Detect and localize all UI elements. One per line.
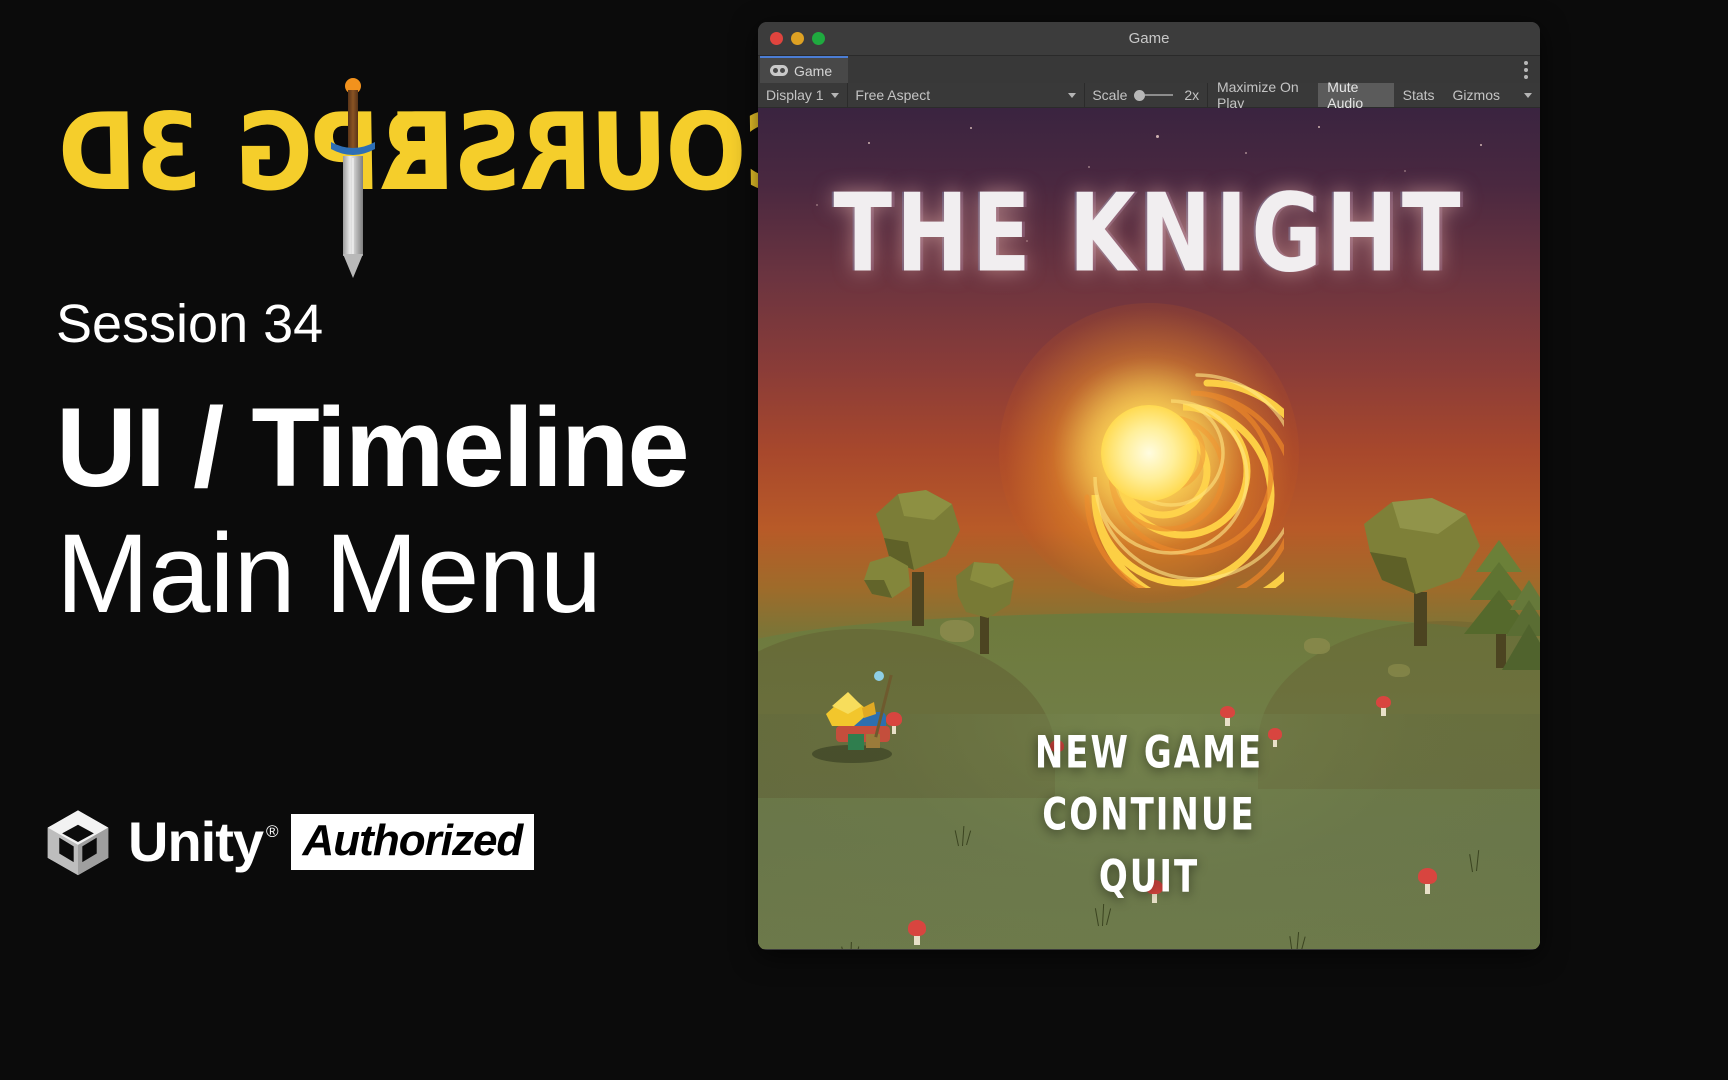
course-logo: 3D RPG COURSE (52, 78, 815, 278)
aspect-ratio-select[interactable]: Free Aspect (847, 83, 1083, 107)
kebab-dot (1524, 68, 1528, 72)
grass-blade (850, 941, 852, 949)
left-title-panel: 3D RPG COURSE Session 34 UI / Timeline M… (0, 0, 815, 1080)
portal-vortex (999, 303, 1299, 603)
maximize-on-play-label: Maximize On Play (1216, 79, 1299, 111)
mute-audio-toggle[interactable]: Mute Audio (1318, 79, 1394, 111)
game-title: THE KNIGHT (833, 171, 1465, 297)
unity-cube-icon (47, 810, 109, 876)
page-title-secondary: Main Menu (56, 511, 602, 636)
menu-item-new-game[interactable]: NEW GAME (758, 727, 1540, 779)
maximize-on-play-toggle[interactable]: Maximize On Play (1208, 79, 1318, 111)
aspect-ratio-label: Free Aspect (855, 87, 931, 103)
scale-slider-track[interactable] (1145, 94, 1174, 96)
gizmos-toggle[interactable]: Gizmos (1444, 83, 1509, 107)
scale-slider[interactable]: Scale 2x (1084, 83, 1207, 107)
stats-toggle[interactable]: Stats (1394, 83, 1444, 107)
mushroom-cap (1376, 696, 1391, 709)
game-view-render[interactable]: THE KNIGHT NEW GAME CONTINUE QUIT (758, 108, 1540, 949)
vortex-core (1101, 405, 1197, 501)
tab-game-label: Game (794, 62, 833, 79)
chevron-down-icon (1523, 92, 1532, 98)
unity-authorized-lockup: Unity ® Authorized (42, 806, 535, 878)
unity-wordmark: Unity (128, 810, 264, 873)
stats-label: Stats (1402, 87, 1435, 103)
sword-tip (343, 254, 363, 278)
chevron-down-icon (830, 92, 839, 98)
chevron-down-icon (1067, 92, 1076, 98)
rock (1388, 664, 1410, 677)
mushroom (1376, 696, 1391, 716)
menu-item-quit[interactable]: QUIT (758, 851, 1540, 903)
display-select[interactable]: Display 1 (758, 83, 847, 107)
star (868, 142, 870, 144)
mushroom (908, 920, 926, 945)
rock (940, 620, 974, 642)
star (1088, 166, 1090, 168)
sword-icon (330, 78, 376, 278)
gizmos-label: Gizmos (1452, 87, 1500, 103)
game-view-toolbar: Display 1 Free Aspect Scale 2x Maximize … (758, 79, 1540, 111)
screenshot-root: 3D RPG COURSE Session 34 UI / Timeline M… (0, 0, 1728, 1080)
session-label: Session 34 (56, 294, 324, 354)
scale-slider-knob[interactable] (1134, 89, 1146, 101)
unity-game-window: Game Game Display 1 Free Aspect Scale 2x… (758, 22, 1540, 950)
tab-game[interactable]: Game (760, 56, 849, 83)
unity-registered-mark: ® (266, 822, 279, 841)
menu-item-continue[interactable]: CONTINUE (758, 789, 1540, 841)
star (1245, 152, 1247, 154)
sword-fuller (352, 158, 354, 254)
kebab-menu-icon[interactable] (1524, 61, 1528, 82)
tree-foliage-low (864, 556, 910, 598)
mushroom-cap (1220, 706, 1235, 719)
star (970, 127, 972, 129)
logo-word-course: COURSE (391, 91, 816, 215)
gizmos-dropdown[interactable] (1509, 83, 1540, 107)
star (1156, 135, 1159, 138)
rock (1304, 638, 1330, 654)
mushroom (1220, 706, 1235, 726)
tree (1500, 578, 1540, 682)
kebab-dot (1524, 75, 1528, 79)
main-menu: NEW GAME CONTINUE QUIT (758, 727, 1540, 919)
star (1480, 144, 1482, 146)
kebab-dot (1524, 61, 1528, 65)
pine-tree-foliage (1502, 580, 1540, 670)
star (1318, 126, 1320, 128)
window-title-bar: Game (758, 22, 1540, 56)
mute-audio-label: Mute Audio (1327, 79, 1364, 111)
tab-bar: Game (758, 56, 1540, 83)
authorized-badge: Authorized (290, 813, 535, 871)
window-title: Game (1128, 30, 1170, 47)
page-title-primary: UI / Timeline (56, 385, 690, 510)
logo-word-3d: 3D (59, 91, 202, 215)
display-select-label: Display 1 (766, 87, 824, 103)
mushroom-cap (908, 920, 926, 936)
gamepad-icon (770, 65, 788, 76)
scale-value: 2x (1184, 87, 1200, 103)
tree-foliage (956, 562, 1014, 618)
scale-label: Scale (1092, 87, 1128, 103)
